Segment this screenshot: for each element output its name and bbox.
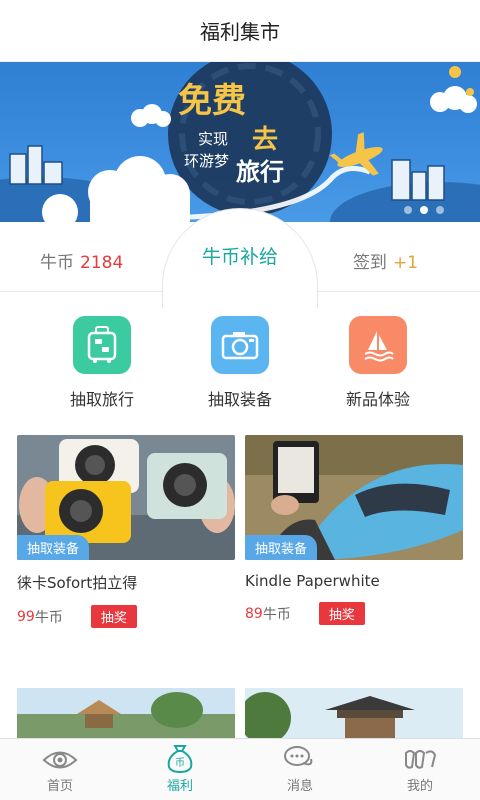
tab-welfare[interactable]: 币 福利 [120, 739, 240, 800]
sailboat-icon [349, 316, 407, 374]
banner-pagination [404, 206, 444, 214]
tab-label: 消息 [286, 779, 313, 794]
product-price: 99 牛币 抽奖 [17, 605, 235, 628]
price-unit: 牛币 [262, 606, 291, 623]
camera-icon [211, 316, 269, 374]
product-image[interactable] [245, 688, 463, 740]
lottery-button[interactable]: 抽奖 [90, 605, 137, 628]
product-image[interactable] [17, 688, 235, 740]
signin-bonus: +1 [392, 253, 418, 273]
category-label: 新品体验 [345, 390, 410, 409]
banner-dot[interactable] [436, 206, 444, 214]
tab-messages[interactable]: 消息 [240, 739, 360, 800]
svg-text:环游梦: 环游梦 [184, 152, 229, 170]
price-value: 99 [17, 608, 35, 625]
product-card[interactable]: 抽取装备 Kindle Paperwhite 89 牛币 抽奖 [245, 435, 463, 625]
coin-supply-button[interactable]: 牛币补给 [162, 242, 318, 269]
product-name: Kindle Paperwhite [245, 572, 380, 590]
coin-balance[interactable]: 牛币 2184 [40, 248, 123, 273]
banner-illustration: 免费 去 实现 环游梦 旅行 [0, 62, 480, 222]
category-newproduct[interactable]: 新品体验 [318, 316, 438, 410]
svg-text:币: 币 [175, 757, 185, 769]
svg-text:旅行: 旅行 [236, 158, 284, 186]
price-value: 89 [245, 605, 263, 622]
tab-label: 福利 [166, 779, 193, 794]
price-unit: 牛币 [34, 609, 63, 626]
coin-bar: 牛币 2184 牛币补给 签到 +1 [0, 208, 480, 308]
coin-label: 牛币 [40, 253, 74, 273]
svg-text:实现: 实现 [198, 130, 228, 148]
bottom-tab-bar: 首页 币 福利 消息 我的 [0, 738, 480, 800]
svg-text:去: 去 [252, 125, 278, 155]
category-travel[interactable]: 抽取旅行 [42, 316, 162, 410]
banner-dot-active[interactable] [420, 206, 428, 214]
banner-dot[interactable] [404, 206, 412, 214]
product-image[interactable]: 抽取装备 [17, 435, 235, 560]
coin-bag-icon: 币 [167, 745, 193, 773]
signin-label: 签到 [352, 253, 387, 273]
category-gear[interactable]: 抽取装备 [180, 316, 300, 410]
product-tag: 抽取装备 [245, 535, 318, 560]
chat-icon [284, 746, 313, 766]
next-row-preview [0, 688, 480, 740]
tab-label: 我的 [406, 779, 433, 794]
tab-home[interactable]: 首页 [0, 739, 120, 800]
product-name: 徕卡Sofort拍立得 [17, 574, 138, 592]
product-image[interactable]: 抽取装备 [245, 435, 463, 560]
product-price: 89 牛币 抽奖 [245, 602, 463, 625]
promo-banner[interactable]: 免费 去 实现 环游梦 旅行 [0, 62, 480, 222]
tab-label: 首页 [46, 779, 73, 794]
top-bar: 福利集市 [0, 0, 480, 62]
tab-profile[interactable]: 我的 [360, 739, 480, 800]
lottery-button[interactable]: 抽奖 [318, 602, 365, 625]
svg-text:免费: 免费 [178, 81, 246, 121]
coin-value: 2184 [80, 253, 124, 273]
luggage-icon [73, 316, 131, 374]
category-row: 抽取旅行 抽取装备 新品体验 [0, 300, 480, 420]
signin-button[interactable]: 签到 +1 [353, 248, 418, 273]
eye-icon [42, 751, 78, 769]
page-title: 福利集市 [200, 20, 280, 44]
product-card[interactable]: 抽取装备 徕卡Sofort拍立得 99 牛币 抽奖 [17, 435, 235, 628]
category-label: 抽取装备 [207, 390, 272, 409]
profile-icon [405, 750, 437, 769]
category-label: 抽取旅行 [69, 390, 134, 409]
product-tag: 抽取装备 [17, 535, 90, 560]
